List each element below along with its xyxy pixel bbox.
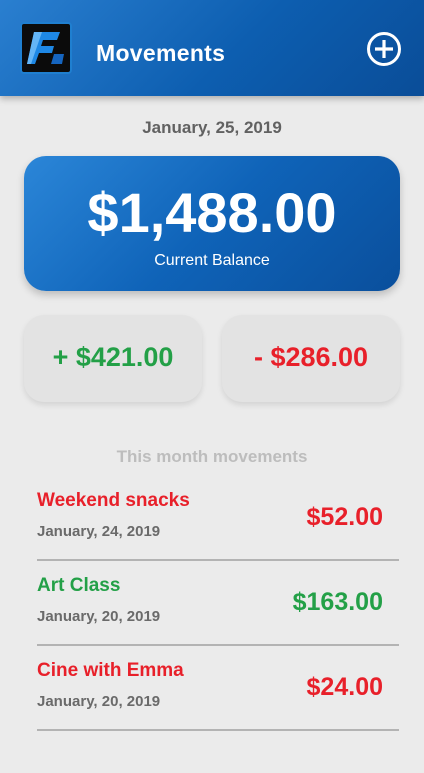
divider: [37, 729, 399, 731]
balance-label: Current Balance: [154, 252, 270, 269]
balance-card: $1,488.00 Current Balance: [24, 156, 400, 291]
movements-list: Weekend snacks January, 24, 2019 $52.00 …: [37, 476, 399, 731]
app-header: Movements: [0, 0, 424, 96]
movement-amount: $52.00: [306, 503, 383, 531]
income-total: + $421.00: [52, 342, 174, 372]
movement-amount: $24.00: [306, 673, 383, 701]
income-card[interactable]: + $421.00: [24, 315, 202, 402]
list-item[interactable]: Cine with Emma January, 20, 2019 $24.00: [37, 646, 399, 731]
movement-date: January, 20, 2019: [37, 608, 161, 625]
movement-name: Art Class: [37, 575, 121, 596]
app-logo-icon[interactable]: [20, 22, 72, 74]
movement-date: January, 20, 2019: [37, 693, 161, 710]
expense-card[interactable]: - $286.00: [222, 315, 400, 402]
section-label: This month movements: [116, 447, 308, 466]
expense-total: - $286.00: [253, 342, 369, 372]
list-item[interactable]: Weekend snacks January, 24, 2019 $52.00: [37, 476, 399, 561]
movement-date: January, 24, 2019: [37, 523, 161, 540]
movement-name: Weekend snacks: [37, 490, 190, 511]
movement-amount: $163.00: [292, 588, 383, 616]
add-circle-icon[interactable]: [366, 31, 402, 67]
page-title: Movements: [96, 40, 226, 66]
current-date: January, 25, 2019: [142, 118, 282, 137]
list-item[interactable]: Art Class January, 20, 2019 $163.00: [37, 561, 399, 646]
movement-name: Cine with Emma: [37, 660, 184, 681]
balance-amount: $1,488.00: [87, 181, 337, 244]
